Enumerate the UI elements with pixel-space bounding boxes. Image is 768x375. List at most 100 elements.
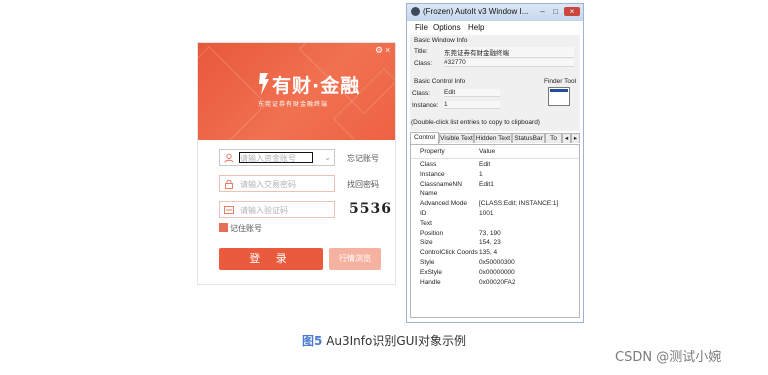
title-label: Title: [414, 48, 428, 55]
property-value: 0x50000300 [479, 259, 515, 266]
property-name: ControlClick Coords [420, 249, 478, 257]
finder-tool-label: Finder Tool [544, 78, 577, 85]
tab-hidden-text[interactable]: Hidden Text [474, 133, 512, 143]
table-row[interactable]: ID 1001 [411, 209, 579, 219]
user-icon [224, 153, 234, 163]
login-button[interactable]: 登 录 [219, 248, 323, 270]
table-row[interactable]: Class Edit [411, 160, 579, 170]
property-value: 0x00020FA2 [479, 278, 516, 286]
table-row[interactable]: Size 154, 23 [411, 238, 579, 248]
class-value[interactable]: #32770 [444, 59, 574, 67]
tab-statusbar[interactable]: StatusBar [512, 133, 545, 143]
property-name: Position [420, 229, 444, 237]
recover-password-link[interactable]: 找回密码 [347, 179, 379, 190]
menu-bar: File Options Help [407, 22, 583, 34]
property-value: 1 [479, 170, 483, 178]
property-value: 73, 190 [479, 229, 501, 237]
remember-account-label: 记住账号 [230, 224, 262, 233]
property-name: Size [420, 239, 433, 247]
property-value: 0x00000000 [479, 268, 515, 276]
menu-help[interactable]: Help [468, 23, 484, 32]
captcha-image[interactable]: 5536 [349, 201, 392, 217]
property-value: Edit1 [479, 180, 494, 188]
control-class-label: Class: [412, 90, 431, 97]
logo-brand-text: 有财·金融 [272, 75, 361, 97]
menu-options[interactable]: Options [433, 23, 461, 32]
close-icon[interactable]: × [385, 46, 390, 55]
checkbox-checked-icon [219, 223, 228, 232]
table-row[interactable]: Position 73, 190 [411, 229, 579, 239]
title-value[interactable]: 东莞证券有财金融终端 [444, 47, 574, 58]
property-name: Text [420, 219, 432, 227]
forgot-account-link[interactable]: 忘记账号 [347, 153, 379, 164]
remember-account-checkbox[interactable]: 记住账号 [219, 223, 262, 234]
property-name: Style [420, 259, 435, 266]
chevron-down-icon[interactable]: ⌄ [324, 153, 331, 162]
property-name: Advanced Mode [420, 200, 467, 208]
menu-file[interactable]: File [415, 23, 428, 32]
table-row[interactable]: ExStyle 0x00000000 [411, 268, 579, 278]
tab-toolsbar[interactable]: To [545, 133, 562, 143]
csdn-watermark: CSDN @测试小婉 [615, 350, 722, 365]
property-list: Property Value Class Edit Instance 1 Classna… [410, 144, 580, 318]
property-value: 135, 4 [479, 249, 498, 257]
basic-control-info-header: Basic Control Info [414, 78, 466, 85]
autoit-app-icon [411, 7, 420, 16]
login-header: ⚙ × 有财·金融 东莞证券有财金融终端 [198, 43, 395, 140]
copy-hint-text: (Double-click list entries to copy to cl… [411, 119, 540, 126]
list-header: Property Value [411, 146, 579, 159]
property-name: Instance [420, 170, 445, 178]
tab-control[interactable]: Control [410, 132, 439, 144]
autoit-title-bar: (Frozen) AutoIt v3 Window I... – □ × [407, 4, 583, 21]
property-value: [CLASS:Edit; INSTANCE:1] [479, 200, 559, 208]
table-row[interactable]: Name [411, 189, 579, 199]
quote-browse-button[interactable]: 行情浏览 [329, 248, 381, 270]
figure-caption-text: Au3Info识别GUI对象示例 [326, 334, 466, 348]
header-value[interactable]: Value [479, 148, 495, 155]
property-name: ExStyle [420, 268, 443, 276]
tab-scroll-right-icon[interactable]: ▸ [571, 133, 580, 143]
tab-visible-text[interactable]: Visible Text [439, 133, 474, 143]
property-name: Name [420, 190, 438, 198]
table-row[interactable]: Handle 0x00020FA2 [411, 278, 579, 288]
autoit-window-info: (Frozen) AutoIt v3 Window I... – □ × Fil… [406, 3, 584, 323]
info-panel: Basic Window Info Title: 东莞证券有财金融终端 Clas… [410, 35, 580, 131]
password-input[interactable]: 请输入交易密码 [219, 175, 335, 192]
autoit-window-title: (Frozen) AutoIt v3 Window I... [423, 7, 529, 16]
captcha-input[interactable]: 请输入验证码 [219, 201, 335, 218]
close-button[interactable]: × [564, 7, 580, 16]
captcha-placeholder: 请输入验证码 [240, 206, 288, 215]
finder-tool-icon[interactable] [548, 87, 570, 106]
lock-icon [225, 179, 233, 189]
class-label: Class: [414, 60, 433, 67]
table-row[interactable]: Instance 1 [411, 170, 579, 180]
figure-label: 图5 [302, 334, 323, 348]
instance-value[interactable]: 1 [444, 101, 500, 109]
table-row[interactable]: ClassnameNN Edit1 [411, 180, 579, 190]
tab-scroll-left-icon[interactable]: ◂ [562, 133, 571, 143]
property-name: ID [420, 210, 427, 217]
password-placeholder: 请输入交易密码 [240, 180, 296, 189]
login-window: ⚙ × 有财·金融 东莞证券有财金融终端 请输入资金账号 ⌄ 忘记账号 请输入交… [197, 42, 396, 285]
property-value: 154, 23 [479, 239, 501, 247]
header-property[interactable]: Property [420, 148, 445, 155]
instance-label: Instance: [412, 102, 439, 109]
settings-icon[interactable]: ⚙ [375, 46, 383, 55]
captcha-icon [224, 206, 234, 214]
logo-mark-icon [259, 73, 269, 95]
control-class-value[interactable]: Edit [444, 89, 500, 97]
autoit-highlight-box [239, 152, 313, 163]
account-input[interactable]: 请输入资金账号 ⌄ [219, 149, 335, 166]
table-row[interactable]: Text [411, 219, 579, 229]
table-row[interactable]: ControlClick Coords 135, 4 [411, 248, 579, 258]
property-name: ClassnameNN [420, 180, 462, 188]
logo-subtitle: 东莞证券有财金融终端 [258, 102, 329, 108]
table-row[interactable]: Advanced Mode [CLASS:Edit; INSTANCE:1] [411, 199, 579, 209]
minimize-button[interactable]: – [537, 7, 548, 16]
maximize-button[interactable]: □ [550, 7, 561, 16]
tab-strip: Control Visible Text Hidden Text StatusB… [410, 132, 580, 144]
property-value: 1001 [479, 210, 494, 217]
property-name: Handle [420, 278, 441, 286]
property-value: Edit [479, 161, 491, 168]
table-row[interactable]: Style 0x50000300 [411, 258, 579, 268]
